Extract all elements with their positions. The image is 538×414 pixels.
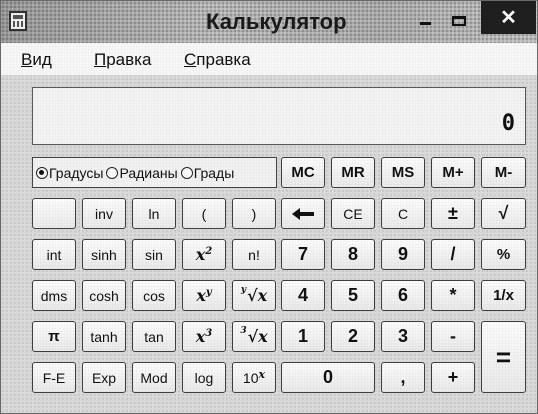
- x-squared-exp: 2: [205, 246, 213, 257]
- plus-button[interactable]: +: [431, 362, 475, 393]
- menu-help[interactable]: Справка: [184, 50, 251, 70]
- log-button[interactable]: log: [182, 362, 226, 393]
- radio-radians-indicator: [106, 166, 119, 179]
- m-plus-button[interactable]: M+: [431, 157, 475, 188]
- x-cubed-base: x: [195, 327, 206, 346]
- digit-0-button[interactable]: 0: [281, 362, 375, 393]
- menu-view[interactable]: Вид: [21, 50, 52, 70]
- digit-3-button[interactable]: 3: [381, 321, 425, 352]
- sqrt-button[interactable]: √: [481, 198, 526, 229]
- cube-root-button[interactable]: 3 √x: [232, 321, 276, 352]
- cos-button[interactable]: cos: [132, 280, 176, 311]
- x-pow-y-button[interactable]: xy: [182, 280, 226, 311]
- m-minus-button[interactable]: M-: [481, 157, 526, 188]
- display-value: 0: [501, 111, 515, 136]
- ten-pow-x-button[interactable]: 10 x: [232, 362, 276, 393]
- ce-button[interactable]: CE: [331, 198, 375, 229]
- menu-edit[interactable]: Правка: [94, 50, 151, 70]
- inv-button[interactable]: inv: [82, 198, 126, 229]
- plus-minus-button[interactable]: ±: [431, 198, 475, 229]
- radio-radians[interactable]: Радианы: [106, 164, 178, 181]
- decimal-button[interactable]: ,: [381, 362, 425, 393]
- digit-1-button[interactable]: 1: [281, 321, 325, 352]
- cube-root-index: 3: [240, 325, 247, 336]
- tanh-button[interactable]: tanh: [82, 321, 126, 352]
- cube-root-body: √x: [247, 327, 268, 346]
- c-button[interactable]: C: [381, 198, 425, 229]
- digit-9-button[interactable]: 9: [381, 239, 425, 270]
- sinh-button[interactable]: sinh: [82, 239, 126, 270]
- digit-6-button[interactable]: 6: [381, 280, 425, 311]
- digit-8-button[interactable]: 8: [331, 239, 375, 270]
- mr-button[interactable]: MR: [331, 157, 375, 188]
- backspace-button[interactable]: [281, 198, 325, 229]
- reciprocal-button[interactable]: 1/x: [481, 280, 526, 311]
- mc-button[interactable]: MC: [281, 157, 325, 188]
- radio-degrees[interactable]: Градусы: [36, 165, 103, 181]
- open-paren-button[interactable]: (: [182, 198, 226, 229]
- radio-radians-label: Радианы: [119, 164, 178, 181]
- calculator-app-icon: [9, 11, 27, 31]
- x-cubed-exp: 3: [205, 328, 213, 339]
- x-cubed-button[interactable]: x3: [182, 321, 226, 352]
- y-root-x-button[interactable]: y √x: [232, 280, 276, 311]
- divide-button[interactable]: /: [431, 239, 475, 270]
- exp-button[interactable]: Exp: [82, 362, 126, 393]
- backspace-arrow-icon: [292, 207, 314, 220]
- close-button[interactable]: ✕: [481, 1, 536, 34]
- menu-bar: Вид Правка Справка: [1, 43, 537, 75]
- mod-button[interactable]: Mod: [132, 362, 176, 393]
- radio-degrees-indicator: [36, 166, 48, 179]
- y-root-x-index: y: [240, 284, 247, 295]
- percent-button[interactable]: %: [481, 239, 526, 270]
- calculator-window: Калькулятор ✕ Вид Правка Справка 0 Граду…: [0, 0, 538, 414]
- radio-grads-label: Грады: [193, 164, 235, 181]
- maximize-button[interactable]: [447, 9, 471, 33]
- ln-button[interactable]: ln: [132, 198, 176, 229]
- blank-button[interactable]: [32, 198, 76, 229]
- cosh-button[interactable]: cosh: [82, 280, 126, 311]
- radio-grads[interactable]: Грады: [180, 164, 235, 181]
- radio-degrees-label: Градусы: [49, 164, 104, 181]
- angle-units-group: Градусы Радианы Грады: [32, 157, 277, 188]
- equals-button[interactable]: =: [481, 321, 526, 393]
- pi-button[interactable]: π: [32, 321, 76, 352]
- factorial-button[interactable]: n!: [232, 239, 276, 270]
- ten-pow-exp: x: [258, 368, 266, 381]
- radio-grads-indicator: [180, 166, 193, 179]
- minimize-button[interactable]: [413, 9, 437, 33]
- digit-2-button[interactable]: 2: [331, 321, 375, 352]
- x-pow-y-exp: y: [205, 287, 212, 298]
- title-bar[interactable]: Калькулятор ✕: [1, 1, 537, 43]
- ms-button[interactable]: MS: [381, 157, 425, 188]
- x-squared-base: x: [195, 245, 206, 264]
- tan-button[interactable]: tan: [132, 321, 176, 352]
- window-title: Калькулятор: [206, 9, 347, 34]
- digit-4-button[interactable]: 4: [281, 280, 325, 311]
- y-root-x-body: √x: [247, 286, 268, 305]
- multiply-button[interactable]: *: [431, 280, 475, 311]
- x-pow-y-base: x: [196, 286, 206, 305]
- ten-pow-base: 10: [242, 369, 259, 386]
- x-squared-button[interactable]: x2: [182, 239, 226, 270]
- close-paren-button[interactable]: ): [232, 198, 276, 229]
- calculator-display: 0: [32, 87, 526, 145]
- minus-button[interactable]: -: [431, 321, 475, 352]
- digit-7-button[interactable]: 7: [281, 239, 325, 270]
- sin-button[interactable]: sin: [132, 239, 176, 270]
- digit-5-button[interactable]: 5: [331, 280, 375, 311]
- dms-button[interactable]: dms: [32, 280, 76, 311]
- int-button[interactable]: int: [32, 239, 76, 270]
- close-icon: ✕: [500, 7, 517, 29]
- fe-button[interactable]: F-E: [32, 362, 76, 393]
